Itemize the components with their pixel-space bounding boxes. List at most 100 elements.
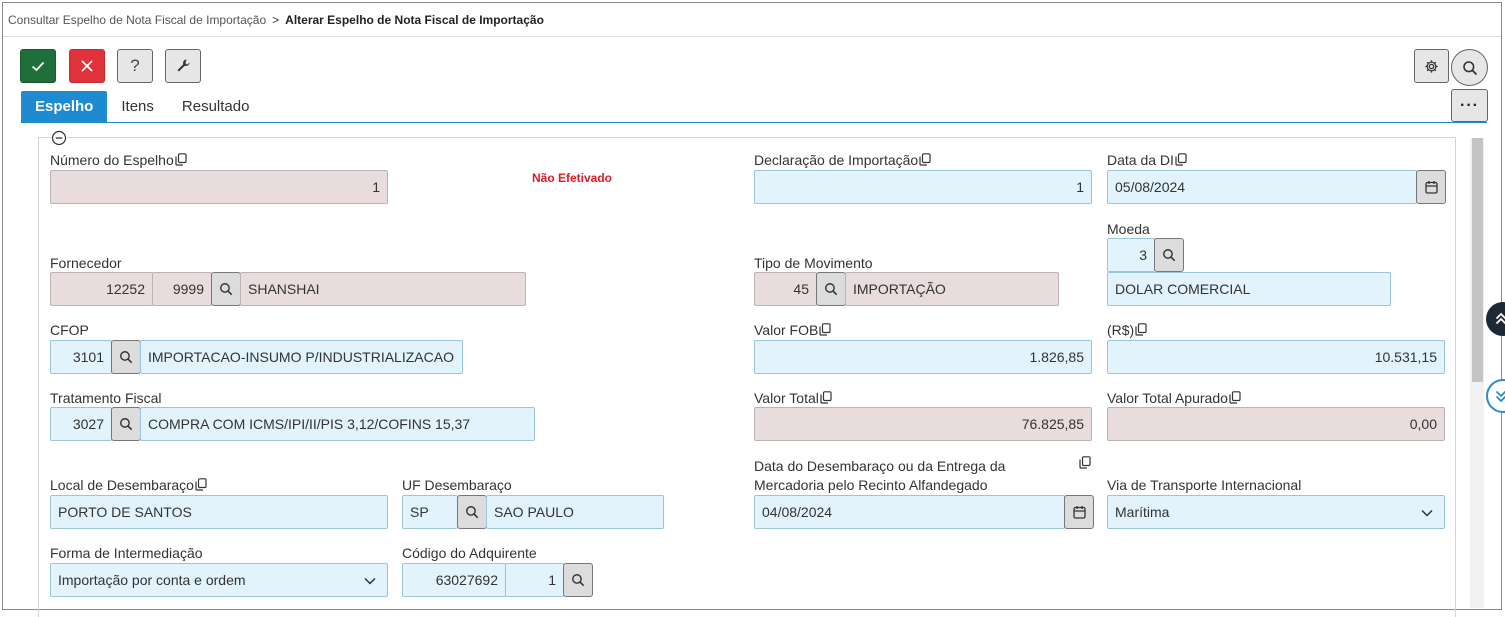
uf-desembaraco-code-field[interactable]: SP <box>402 495 458 529</box>
tab-espelho[interactable]: Espelho <box>21 91 108 122</box>
data-desembaraco-field[interactable]: 04/08/2024 <box>754 495 1065 529</box>
data-desembaraco-calendar-button[interactable] <box>1064 495 1094 529</box>
wrench-icon <box>177 59 190 72</box>
data-di-field[interactable]: 05/08/2024 <box>1107 170 1417 204</box>
more-icon: ··· <box>1460 96 1479 114</box>
calendar-icon <box>1424 181 1438 194</box>
data-di-calendar-button[interactable] <box>1416 170 1446 204</box>
numero-espelho-label: Número do Espelho <box>50 152 187 168</box>
minus-circle-icon <box>51 130 67 146</box>
double-chevron-up-icon <box>1495 312 1505 325</box>
search-icon <box>1163 249 1176 262</box>
cancel-button[interactable] <box>69 49 105 83</box>
cfop-description-field: IMPORTACAO-INSUMO P/INDUSTRIALIZACAO <box>140 340 463 374</box>
question-icon: ? <box>130 56 140 75</box>
copy-icon[interactable] <box>1229 391 1241 404</box>
global-search-button[interactable] <box>1451 49 1488 86</box>
local-desembaraco-field[interactable]: PORTO DE SANTOS <box>50 495 388 529</box>
valor-total-apurado-label: Valor Total Apurado <box>1107 390 1241 406</box>
tipo-movimento-search-button[interactable] <box>816 272 846 306</box>
valor-total-field: 76.825,85 <box>754 407 1092 441</box>
valor-total-label: Valor Total <box>754 390 832 406</box>
tratamento-fiscal-code-field[interactable]: 3027 <box>50 407 112 441</box>
tab-bar: Espelho Itens Resultado <box>21 91 263 122</box>
copy-icon[interactable] <box>819 323 831 336</box>
search-icon <box>466 506 479 519</box>
cfop-search-button[interactable] <box>111 340 141 374</box>
tools-button[interactable] <box>165 49 201 83</box>
double-chevron-down-icon <box>1495 390 1505 403</box>
copy-icon[interactable] <box>1175 153 1187 166</box>
codigo-adquirente-branch-field[interactable]: 1 <box>505 563 564 597</box>
tab-itens[interactable]: Itens <box>107 91 168 122</box>
uf-desembaraco-label: UF Desembaraço <box>402 477 512 493</box>
fornecedor-label: Fornecedor <box>50 255 122 271</box>
codigo-adquirente-label: Código do Adquirente <box>402 545 537 561</box>
copy-icon[interactable] <box>195 478 207 491</box>
via-transporte-value: Marítima <box>1115 504 1170 520</box>
copy-icon[interactable] <box>820 391 832 404</box>
tab-resultado[interactable]: Resultado <box>168 91 264 122</box>
chevron-down-icon <box>364 577 376 585</box>
fornecedor-search-button[interactable] <box>211 272 241 306</box>
local-desembaraco-label: Local de Desembaraço <box>50 477 207 493</box>
numero-espelho-field: 1 <box>50 170 388 204</box>
valor-rs-field[interactable]: 10.531,15 <box>1107 340 1445 374</box>
close-icon <box>81 60 93 72</box>
status-badge: Não Efetivado <box>532 171 613 185</box>
valor-total-apurado-field: 0,00 <box>1107 407 1445 441</box>
copy-icon[interactable] <box>175 153 187 166</box>
confirm-button[interactable] <box>20 49 56 83</box>
search-icon <box>220 283 233 296</box>
copy-icon[interactable] <box>1079 456 1091 469</box>
moeda-label: Moeda <box>1107 221 1150 237</box>
data-di-label: Data da DI <box>1107 152 1187 168</box>
breadcrumb-parent[interactable]: Consultar Espelho de Nota Fiscal de Impo… <box>8 13 266 27</box>
declaracao-importacao-field[interactable]: 1 <box>754 170 1092 204</box>
search-icon <box>120 418 133 431</box>
forma-intermediacao-label: Forma de Intermediação <box>50 545 203 561</box>
codigo-adquirente-code-field[interactable]: 63027692 <box>402 563 506 597</box>
tipo-movimento-description-field: IMPORTAÇÃO <box>845 272 1059 306</box>
scrollbar-thumb[interactable] <box>1472 138 1483 382</box>
cfop-code-field[interactable]: 3101 <box>50 340 112 374</box>
tab-underline <box>21 122 1487 123</box>
check-icon <box>31 61 45 72</box>
moeda-search-button[interactable] <box>1154 238 1184 272</box>
valor-fob-label: Valor FOB <box>754 322 831 338</box>
tratamento-fiscal-search-button[interactable] <box>111 407 141 441</box>
header-divider <box>3 36 1501 37</box>
search-icon <box>1462 60 1477 75</box>
copy-icon[interactable] <box>919 153 931 166</box>
declaracao-importacao-label: Declaração de Importação <box>754 152 931 168</box>
search-icon <box>825 283 838 296</box>
more-options-button[interactable]: ··· <box>1451 89 1488 122</box>
fornecedor-branch-field: 9999 <box>152 272 212 306</box>
breadcrumb: Consultar Espelho de Nota Fiscal de Impo… <box>8 13 544 27</box>
uf-desembaraco-search-button[interactable] <box>457 495 487 529</box>
via-transporte-label: Via de Transporte Internacional <box>1107 477 1302 493</box>
forma-intermediacao-select[interactable]: Importação por conta e ordem <box>50 563 388 597</box>
breadcrumb-separator: > <box>272 13 280 27</box>
gear-icon <box>1425 59 1438 73</box>
fornecedor-name-field: SHANSHAI <box>240 272 526 306</box>
chevron-down-icon <box>1421 509 1433 517</box>
codigo-adquirente-search-button[interactable] <box>563 563 593 597</box>
collapse-section-button[interactable] <box>51 130 67 146</box>
search-icon <box>120 351 133 364</box>
help-button[interactable]: ? <box>117 49 153 83</box>
valor-rs-label: (R$) <box>1107 322 1147 338</box>
breadcrumb-current: Alterar Espelho de Nota Fiscal de Import… <box>285 13 544 27</box>
fornecedor-code-field: 12252 <box>50 272 153 306</box>
valor-fob-field[interactable]: 1.826,85 <box>754 340 1092 374</box>
search-icon <box>572 574 585 587</box>
data-desembaraco-label-line2: Mercadoria pelo Recinto Alfandegado <box>754 477 988 493</box>
moeda-code-field[interactable]: 3 <box>1107 238 1155 272</box>
copy-icon[interactable] <box>1135 323 1147 336</box>
calendar-icon <box>1072 506 1086 519</box>
forma-intermediacao-value: Importação por conta e ordem <box>58 572 246 588</box>
via-transporte-select[interactable]: Marítima <box>1107 495 1445 529</box>
settings-button[interactable] <box>1414 49 1449 83</box>
data-desembaraco-label-line1: Data do Desembaraço ou da Entrega da <box>754 458 1006 474</box>
tipo-movimento-code-field: 45 <box>754 272 817 306</box>
